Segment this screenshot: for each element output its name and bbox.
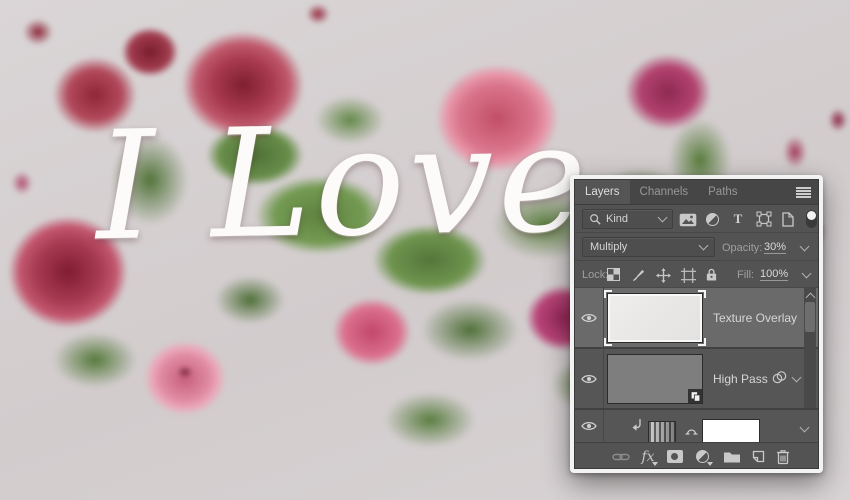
visibility-toggle[interactable] bbox=[575, 288, 604, 347]
layer-thumbnail[interactable] bbox=[608, 355, 703, 404]
tab-channels[interactable]: Channels bbox=[630, 180, 699, 204]
opacity-label: Opacity: bbox=[722, 242, 763, 254]
blend-row: Multiply Opacity: 30% bbox=[575, 233, 818, 261]
scrollbar-thumb[interactable] bbox=[805, 302, 815, 332]
smart-object-filter-icon[interactable] bbox=[782, 211, 794, 227]
eye-icon bbox=[581, 421, 597, 431]
move-arrows-icon bbox=[655, 267, 671, 283]
mask-link-icon[interactable] bbox=[684, 424, 698, 436]
layer-row-high-pass[interactable]: High Pass bbox=[575, 349, 818, 408]
brush-icon bbox=[632, 269, 644, 281]
chain-link-icon bbox=[612, 453, 630, 460]
photoshop-canvas[interactable]: I Love Layers Channels Paths Kind T Mult… bbox=[0, 0, 850, 500]
kind-filter-dropdown[interactable]: Kind bbox=[582, 209, 673, 229]
shape-layer-filter-icon[interactable] bbox=[756, 211, 772, 227]
smart-object-badge-icon bbox=[688, 389, 703, 404]
panel-menu-icon[interactable] bbox=[796, 187, 811, 198]
smart-filter-chevron-icon[interactable] bbox=[791, 372, 802, 383]
layer-mask-thumbnail[interactable] bbox=[703, 420, 759, 442]
visibility-toggle[interactable] bbox=[575, 349, 604, 408]
filter-toggle[interactable] bbox=[805, 209, 817, 228]
tab-layers[interactable]: Layers bbox=[575, 180, 630, 204]
visibility-toggle[interactable] bbox=[575, 410, 604, 442]
adjustment-layer-filter-icon[interactable] bbox=[705, 212, 719, 226]
type-layer-filter-icon[interactable]: T bbox=[731, 211, 745, 227]
layers-panel: Layers Channels Paths Kind T Multiply Op… bbox=[570, 175, 823, 473]
layer-list-scrollbar[interactable] bbox=[804, 288, 816, 408]
thumbnail-corner-tick bbox=[698, 338, 706, 346]
gradient-fill-thumbnail[interactable] bbox=[649, 422, 675, 442]
layers-panel-inner: Layers Channels Paths Kind T Multiply Op… bbox=[574, 179, 819, 469]
opacity-chevron-icon[interactable] bbox=[799, 241, 810, 252]
eye-icon bbox=[581, 374, 597, 383]
fx-dropdown-triangle bbox=[652, 462, 658, 466]
opacity-value[interactable]: 30% bbox=[764, 241, 787, 254]
layer-name[interactable]: Texture Overlay bbox=[713, 311, 797, 325]
image-icon bbox=[679, 213, 696, 226]
panel-tab-bar: Layers Channels Paths bbox=[575, 180, 818, 205]
kind-filter-label: Kind bbox=[606, 213, 629, 225]
artboard-frame-icon bbox=[680, 267, 696, 283]
shape-box-icon bbox=[756, 211, 772, 227]
lock-transparency-button[interactable] bbox=[607, 268, 620, 281]
toggle-pill-icon bbox=[805, 209, 817, 228]
lock-pixels-button[interactable] bbox=[630, 267, 646, 283]
row-chevron-icon[interactable] bbox=[799, 422, 810, 433]
eye-icon bbox=[581, 313, 597, 322]
fill-value[interactable]: 100% bbox=[760, 268, 789, 281]
add-layer-mask-button[interactable] bbox=[666, 443, 683, 468]
artwork-text: I Love bbox=[94, 91, 592, 275]
lock-artboard-button[interactable] bbox=[680, 267, 696, 283]
thumbnail-corner-tick bbox=[604, 338, 612, 346]
fill-chevron-icon[interactable] bbox=[801, 268, 812, 279]
lock-all-button[interactable] bbox=[704, 266, 718, 282]
link-layers-button[interactable] bbox=[611, 443, 631, 468]
padlock-icon bbox=[706, 268, 716, 281]
clipping-mask-arrow-icon bbox=[631, 418, 643, 432]
layer-list: Texture Overlay High Pass bbox=[575, 288, 818, 442]
new-adjustment-layer-button[interactable] bbox=[695, 443, 713, 468]
adjustment-dropdown-triangle bbox=[707, 462, 713, 466]
smart-filter-icon[interactable] bbox=[771, 370, 788, 384]
new-layer-icon bbox=[752, 450, 765, 463]
folder-icon bbox=[723, 452, 740, 463]
scroll-up-icon[interactable] bbox=[805, 292, 816, 303]
chevron-down-icon bbox=[657, 212, 668, 223]
lock-row: Lock: Fill: 100% bbox=[575, 261, 818, 288]
layer-style-button[interactable]: fx bbox=[639, 443, 658, 468]
layer-name[interactable]: High Pass bbox=[713, 372, 768, 386]
new-group-button[interactable] bbox=[722, 443, 741, 468]
type-letter-icon: T bbox=[733, 211, 743, 226]
new-layer-button[interactable] bbox=[751, 443, 766, 468]
delete-layer-button[interactable] bbox=[775, 443, 790, 468]
thumbnail-corner-tick bbox=[698, 290, 706, 298]
layer-filter-row: Kind T bbox=[575, 205, 818, 233]
chevron-down-icon bbox=[698, 240, 709, 251]
tab-paths[interactable]: Paths bbox=[698, 180, 747, 204]
layer-thumbnail[interactable] bbox=[604, 290, 706, 346]
fill-label: Fill: bbox=[737, 269, 755, 281]
panel-bottom-toolbar: fx bbox=[575, 442, 818, 468]
search-icon bbox=[590, 214, 601, 225]
half-circle-icon bbox=[705, 212, 719, 226]
layer-row-clipped-adjustment[interactable] bbox=[575, 410, 818, 442]
blend-mode-value: Multiply bbox=[590, 241, 628, 253]
thumbnail-corner-tick bbox=[604, 290, 612, 298]
pixel-layer-filter-icon[interactable] bbox=[678, 212, 697, 227]
lock-position-button[interactable] bbox=[655, 267, 671, 283]
blend-mode-dropdown[interactable]: Multiply bbox=[582, 237, 715, 257]
lock-label: Lock: bbox=[582, 269, 609, 281]
layer-mask-icon bbox=[666, 450, 683, 463]
layer-row-texture-overlay[interactable]: Texture Overlay bbox=[575, 288, 818, 347]
trash-icon bbox=[776, 449, 789, 464]
checkerboard-icon bbox=[607, 268, 620, 281]
page-icon bbox=[782, 211, 794, 227]
